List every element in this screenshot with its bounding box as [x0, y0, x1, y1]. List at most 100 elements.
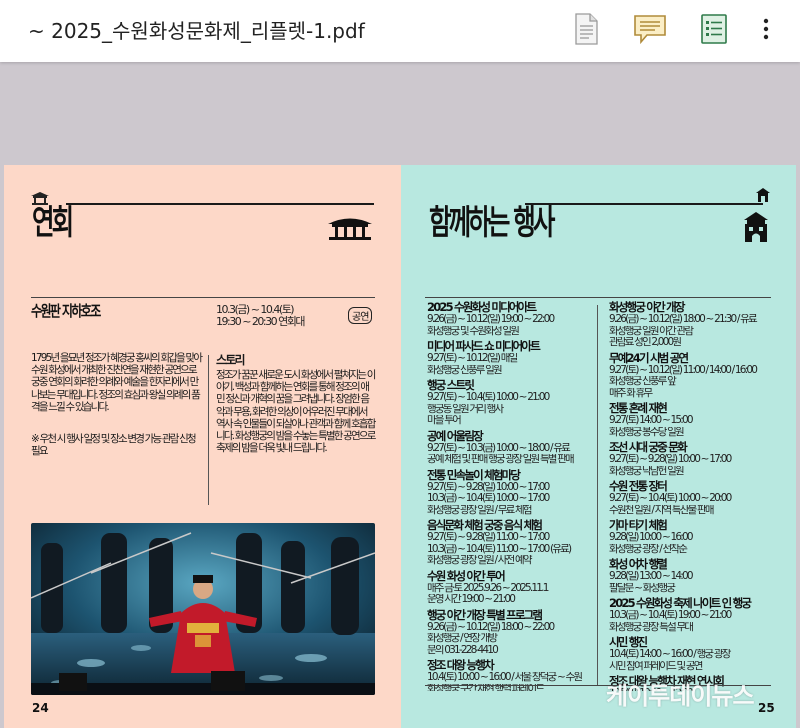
event-title: 행궁 스트릿	[427, 379, 475, 392]
event-detail: 9.27(토) ~ 10.12(일) 매일	[427, 353, 518, 364]
event-detail: 9.27(토) 14:00 ~ 15:00	[609, 415, 694, 426]
event-detail: 매주 화 휴무	[609, 387, 653, 399]
event-item: 가마 타기 체험 9.28(일) 10:00 ~ 16:00 화성행궁 광장 / 선…	[609, 519, 769, 555]
event-detail: 9.27(토) ~ 10.4(토) 10:00 ~ 21:00	[427, 392, 550, 403]
event-detail: 9.26(금) ~ 10.12(일) 19:00 ~ 22:00	[427, 314, 555, 325]
event-detail: 화성행궁 신풍루 일원	[427, 364, 503, 376]
event-title: 시민 행진	[609, 636, 648, 649]
event-detail: 화성행궁 광장 일원 / 무료 체험	[427, 504, 533, 516]
event-detail: 9.26(금) ~ 10.12(일) 18:00 ~ 21:30 / 유료	[609, 314, 758, 325]
event-detail: 화성행궁 낙남헌 일원	[609, 465, 685, 477]
event-detail: 10.4(토) 14:00 ~ 16:00 / 행궁 광장	[609, 649, 731, 660]
event-detail: 9.28(일) 10:00 ~ 16:00	[609, 532, 694, 543]
event-item: 미디어 파사드 쇼 미디어아트 9.27(토) ~ 10.12(일) 매일 화성행궁…	[427, 340, 593, 376]
event-title: 조선 시대 궁중 문화	[609, 441, 688, 454]
event-detail: 화성행궁 광장 / 선착순	[609, 543, 688, 555]
fortress-gate-icon	[744, 212, 768, 242]
event-detail: 화성행궁 신풍루 앞	[609, 376, 677, 387]
more-vert-icon[interactable]	[748, 11, 784, 47]
event-detail: 9.27(토) ~ 9.28(일) 10:00 ~ 17:00	[609, 454, 732, 465]
page-number-left: 24	[32, 701, 49, 715]
event-title: 미디어 파사드 쇼 미디어아트	[427, 340, 541, 353]
event-title: 정조 대왕 능행차	[427, 659, 495, 672]
event-title: 2025 수원화성 미디어아트	[427, 301, 537, 314]
event-item: 2025 수원화성 미디어아트 9.26(금) ~ 10.12(일) 19:00 …	[427, 301, 593, 337]
performance-photo	[31, 523, 375, 695]
event-detail: 10.3(금) ~ 10.4(토) 11:00 ~ 17:00 (유료)	[427, 543, 572, 555]
event-detail: 9.27(토) ~ 10.4(토) 10:00 ~ 20:00	[609, 493, 732, 504]
event-detail: 화성행궁 광장 일원 / 사전 예약	[427, 555, 533, 566]
event-item: 2025 수원화성 축제 나이트 인 행궁 10.3(금) ~ 10.4(토) 1…	[609, 597, 769, 633]
gate-small-icon	[756, 188, 770, 202]
event-detail: 매주 금·토 2025.9.26 ~ 2025.11.1	[427, 582, 549, 594]
event-title: 전통 민속놀이 체험마당	[427, 468, 521, 482]
event-detail: 10.4(토) 10:00 ~ 16:00 / 서울 창덕궁 ~ 수원	[427, 672, 583, 683]
news-watermark: 케이투데이뉴스	[606, 682, 755, 710]
event-item: 행궁 스트릿 9.27(토) ~ 10.4(토) 10:00 ~ 21:00 행궁동…	[427, 379, 593, 427]
event-detail: 9.27(토) ~ 10.3(금) 10:00 ~ 18:00 / 유료	[427, 442, 571, 454]
event-title: 수원 화성 야간 투어	[427, 569, 506, 583]
event-title: 화성 어차 행렬	[609, 558, 668, 571]
event-item: 정조 대왕 능행차 10.4(토) 10:00 ~ 16:00 / 서울 창덕궁 …	[427, 659, 593, 691]
event-name: 수원판 지하호조	[31, 302, 101, 320]
event-detail: 공예 체험 및 판매 행궁 광장 일원 특별 판매	[427, 454, 575, 465]
event-detail: 10.3(금) ~ 10.4(토) 19:00 ~ 21:00	[609, 610, 732, 621]
event-detail: 시민 참여 퍼레이드 및 공연	[609, 660, 703, 672]
event-title: 2025 수원화성 축제 나이트 인 행궁	[609, 597, 752, 610]
event-item: 화성행궁 야간 개장 9.26(금) ~ 10.12(일) 18:00 ~ 21:…	[609, 301, 769, 349]
page-left: 연회 수원판 지하호조 10.3(금) ~ 10.4(토) 19:30 ~ 20…	[4, 165, 401, 728]
event-item: 행궁 야간 개장 특별 프로그램 9.26(금) ~ 10.12(일) 18:00…	[427, 609, 593, 657]
story-title: 스토리	[216, 354, 246, 367]
event-detail: 화성행궁 광장 특설 무대	[609, 621, 694, 633]
event-detail: 9.27(토) ~ 9.28(일) 11:00 ~ 17:00	[427, 532, 550, 543]
event-item: 수원 화성 야간 투어 매주 금·토 2025.9.26 ~ 2025.11.1 운…	[427, 570, 593, 606]
page-right: 함께하는 행사 2025 수원화성 미디어아트 9.26(금) ~ 10.12(일…	[401, 165, 796, 728]
event-detail: 운영 시간 19:00 ~ 21:00	[427, 594, 516, 605]
document-title: ~ 2025_수원화성문화제_리플렛-1.pdf	[28, 19, 365, 43]
event-detail: 화성행궁 일원 야간 관람	[609, 325, 694, 337]
event-item: 무예24기 시범 공연 9.27(토) ~ 10.12(일) 11:00 / 14…	[609, 352, 769, 400]
intro-text: 1795년 을묘년 정조가 혜경궁 홍씨의 회갑을 맞아 수원 화성에서 개최한…	[31, 352, 203, 413]
intro-note: ※ 우천 시 행사 일정 및 장소 변경 가능 관람 신청 필요	[31, 433, 197, 458]
event-title: 음식문화 체험 궁중 음식 체험	[427, 519, 543, 532]
event-detail: 10.3(금) ~ 10.4(토) 10:00 ~ 17:00	[427, 493, 550, 504]
list-icon[interactable]	[696, 11, 732, 47]
event-item: 시민 행진 10.4(토) 14:00 ~ 16:00 / 행궁 광장 시민 참여 …	[609, 636, 769, 672]
event-detail: 화성행궁 / 연장 개방	[427, 633, 498, 644]
document-icon[interactable]	[568, 11, 604, 47]
event-title: 수원 전통 장터	[609, 480, 668, 493]
event-detail: 9.26(금) ~ 10.12(일) 18:00 ~ 22:00	[427, 621, 555, 633]
event-detail: 팔달문 ~ 화성행궁	[609, 582, 676, 594]
event-item: 화성 어차 행렬 9.28(일) 13:00 ~ 14:00 팔달문 ~ 화성행궁	[609, 558, 769, 594]
events-column-left: 2025 수원화성 미디어아트 9.26(금) ~ 10.12(일) 19:00 …	[427, 301, 593, 691]
palace-icon	[328, 218, 372, 240]
event-title: 가마 타기 체험	[609, 519, 668, 532]
event-detail: 수원천 일원 / 지역 특산물 판매	[609, 504, 715, 516]
title-rule-right	[525, 203, 763, 205]
event-item: 음식문화 체험 궁중 음식 체험 9.27(토) ~ 9.28(일) 11:00 …	[427, 519, 593, 567]
title-rule-left	[66, 203, 374, 205]
event-title: 전통 혼례 재현	[609, 402, 668, 415]
event-detail: 9.27(토) ~ 10.12(일) 11:00 / 14:00 / 16:00	[609, 364, 758, 376]
event-time: 19:30 ~ 20:30 연회대	[216, 315, 305, 328]
performance-tag: 공연	[348, 307, 373, 324]
event-detail: 마을 투어	[427, 415, 462, 426]
events-column-right: 화성행궁 야간 개장 9.26(금) ~ 10.12(일) 18:00 ~ 21:…	[609, 301, 769, 691]
column-divider-right	[597, 305, 598, 685]
comment-icon[interactable]	[632, 11, 668, 47]
story-text: 정조가 꿈꾼 새로운 도시 화성에서 펼쳐지는 이야기. 백성과 함께하는 연회…	[216, 369, 376, 455]
divider-left	[31, 297, 375, 298]
column-divider	[208, 355, 209, 505]
pdf-page-spread[interactable]: 연회 수원판 지하호조 10.3(금) ~ 10.4(토) 19:30 ~ 20…	[4, 165, 796, 728]
event-title: 행궁 야간 개장 특별 프로그램	[427, 608, 543, 622]
event-detail: 9.27(토) ~ 9.28(일) 10:00 ~ 17:00	[427, 481, 550, 493]
event-item: 조선 시대 궁중 문화 9.27(토) ~ 9.28(일) 10:00 ~ 17:…	[609, 441, 769, 477]
event-detail: 문의 031-228-4410	[427, 644, 499, 656]
event-title: 화성행궁 야간 개장	[609, 301, 685, 314]
event-item: 수원 전통 장터 9.27(토) ~ 10.4(토) 10:00 ~ 20:00 수…	[609, 480, 769, 516]
event-detail: 관람료 성인 2,000원	[609, 337, 682, 348]
event-detail: 9.28(일) 13:00 ~ 14:00	[609, 571, 694, 582]
event-title: 무예24기 시범 공연	[609, 351, 689, 365]
event-detail: 화성행궁 및 수원화성 일원	[427, 325, 520, 337]
event-item: 공예 어울림장 9.27(토) ~ 10.3(금) 10:00 ~ 18:00 /…	[427, 430, 593, 466]
